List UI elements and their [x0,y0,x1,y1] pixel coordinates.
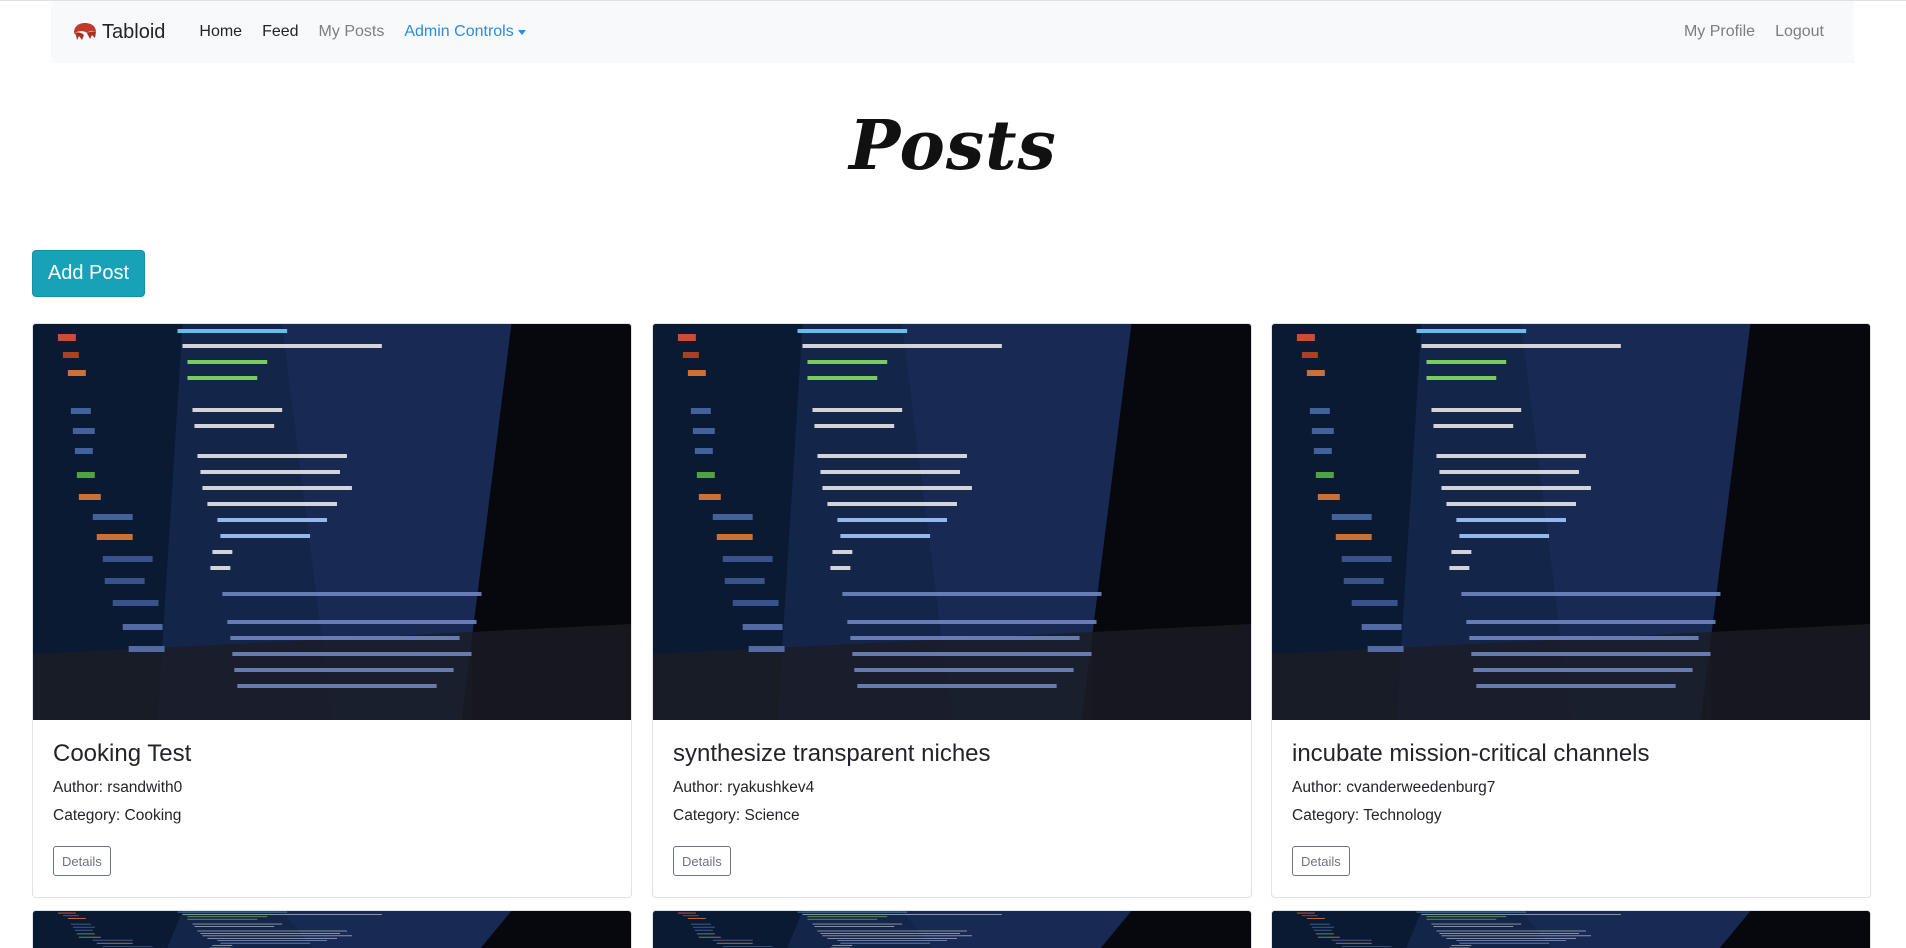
post-image [653,324,1251,720]
post-card [32,910,632,948]
admin-controls-label: Admin Controls [404,23,514,40]
post-title: incubate mission-critical channels [1292,740,1650,767]
post-image [653,911,1251,948]
post-image [33,911,631,948]
post-author: Author: cvanderweedenburg7 [1292,779,1496,796]
post-author: Author: ryakushkev4 [673,779,815,796]
details-button[interactable]: Details [1292,846,1350,876]
nav-my-profile[interactable]: My Profile [1674,23,1765,41]
card-body: Cooking Test Author: rsandwith0 Category… [33,720,631,896]
card-body: incubate mission-critical channels Autho… [1272,720,1870,896]
navbar: Tabloid Home Feed My Posts Admin Control… [51,1,1854,63]
page-title: Posts [849,106,1057,186]
post-image [1272,911,1870,948]
details-button[interactable]: Details [673,846,731,876]
nav-my-posts[interactable]: My Posts [309,23,395,41]
post-category: Category: Cooking [53,807,182,824]
post-card: Cooking Test Author: rsandwith0 Category… [32,323,632,898]
card-body: synthesize transparent niches Author: ry… [653,720,1251,896]
post-card [652,910,1252,948]
post-title: synthesize transparent niches [673,740,991,767]
post-category: Category: Science [673,807,800,824]
admin-controls-dropdown[interactable]: Admin Controls [394,23,535,41]
nav-links: Home Feed My Posts Admin Controls [189,23,535,41]
post-card: synthesize transparent niches Author: ry… [652,323,1252,898]
tabloid-logo-icon [74,23,96,40]
nav-home[interactable]: Home [189,23,252,41]
nav-right: My Profile Logout [1674,23,1834,41]
post-image [33,324,631,720]
post-card [1271,910,1871,948]
brand-name: Tabloid [102,20,166,43]
nav-feed[interactable]: Feed [252,23,308,41]
caret-down-icon [517,29,526,35]
nav-logout[interactable]: Logout [1765,23,1834,41]
post-title: Cooking Test [53,740,192,767]
post-author: Author: rsandwith0 [53,779,183,796]
post-image [1272,324,1870,720]
details-button[interactable]: Details [53,846,111,876]
brand-link[interactable]: Tabloid [71,21,165,44]
post-category: Category: Technology [1292,807,1442,824]
post-card: incubate mission-critical channels Autho… [1271,323,1871,898]
add-post-button[interactable]: Add Post [32,250,145,297]
